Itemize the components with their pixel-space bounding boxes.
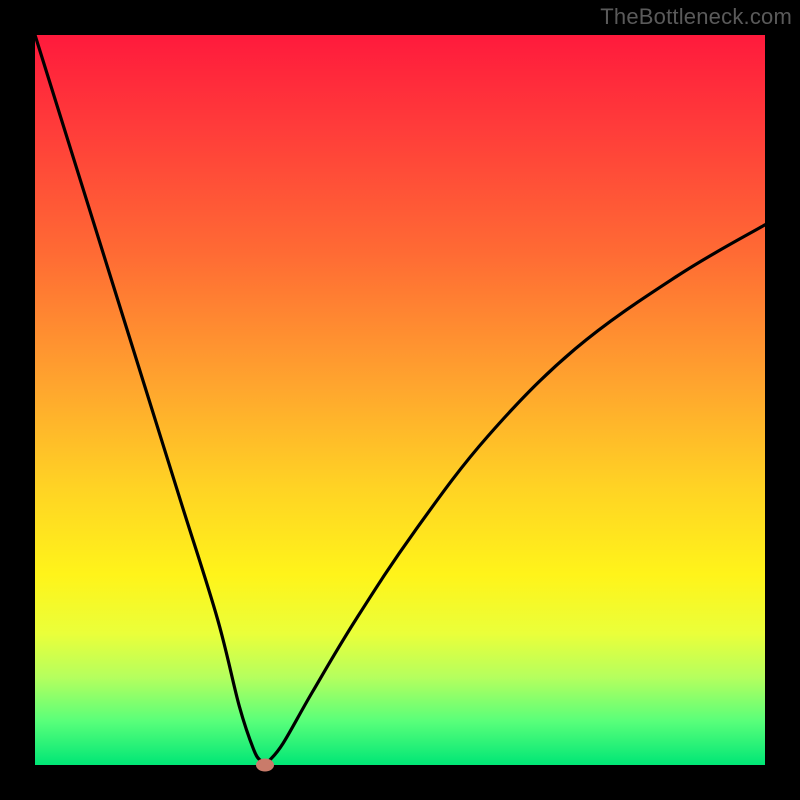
optimal-point-marker (256, 759, 274, 772)
plot-area (35, 35, 765, 765)
watermark-text: TheBottleneck.com (600, 4, 792, 30)
chart-frame: TheBottleneck.com (0, 0, 800, 800)
bottleneck-curve (35, 35, 765, 765)
